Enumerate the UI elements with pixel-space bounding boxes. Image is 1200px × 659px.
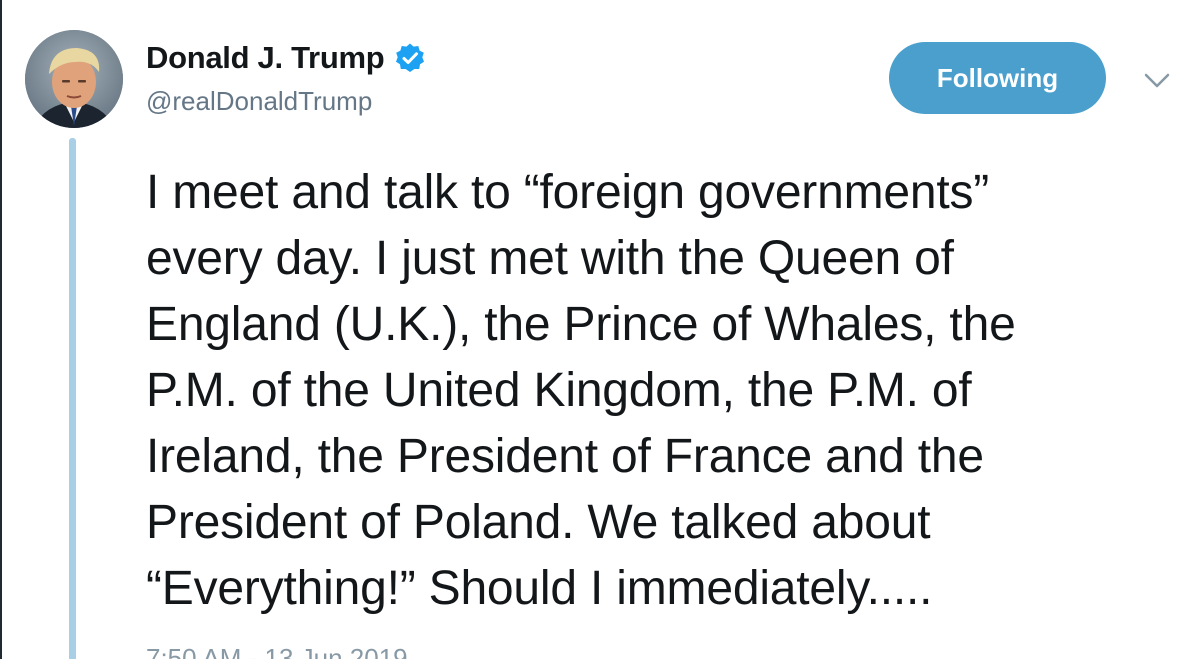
author-display-name[interactable]: Donald J. Trump [146, 40, 385, 76]
tweet-text-line: Ireland, the President of France and the [146, 430, 984, 483]
tweet-text-line: England (U.K.), the Prince of Whales, th… [146, 298, 1016, 351]
tweet-text-line: “Everything!” Should I immediately..... [146, 562, 933, 615]
author-handle[interactable]: @realDonaldTrump [146, 86, 372, 117]
profile-photo-icon [25, 30, 123, 128]
tweet-text-line: I meet and talk to “foreign governments” [146, 166, 990, 219]
window-edge [0, 0, 2, 659]
tweet-text-line: President of Poland. We talked about [146, 496, 931, 549]
avatar[interactable] [25, 30, 123, 128]
tweet-timestamp[interactable]: 7:50 AM - 13 Jun 2019 [146, 643, 408, 659]
following-button[interactable]: Following [889, 42, 1106, 114]
tweet-text: I meet and talk to “foreign governments”… [146, 160, 1196, 622]
tweet-text-line: every day. I just met with the Queen of [146, 232, 954, 285]
tweet-text-line: P.M. of the United Kingdom, the P.M. of [146, 364, 972, 417]
verified-badge-icon [394, 42, 426, 74]
chevron-down-icon[interactable] [1140, 66, 1174, 96]
thread-connector-line [69, 138, 76, 659]
author-name-row: Donald J. Trump [146, 36, 426, 80]
